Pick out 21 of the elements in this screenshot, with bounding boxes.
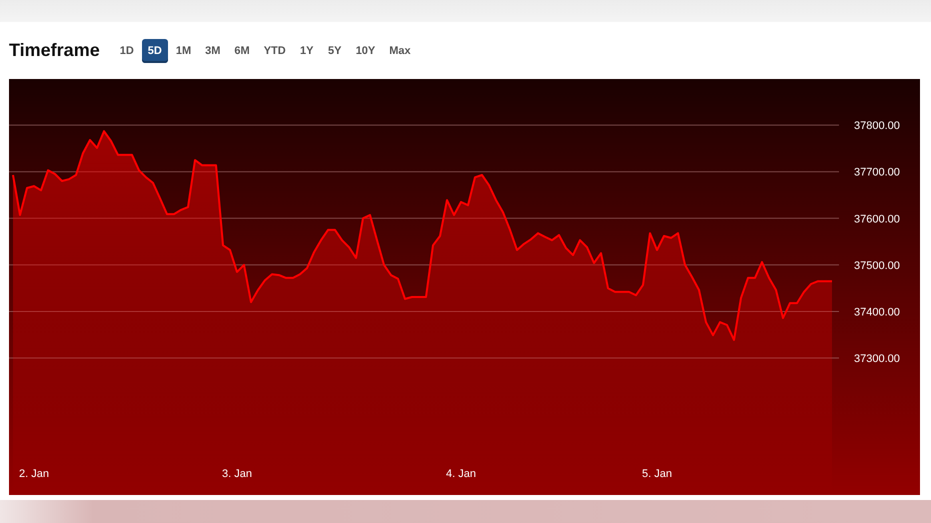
x-axis-label: 4. Jan — [446, 468, 476, 480]
range-tab[interactable]: 10Y — [350, 38, 382, 62]
range-tab[interactable]: 1D — [114, 38, 140, 62]
range-tab[interactable]: Max — [383, 38, 417, 62]
range-tab[interactable]: YTD — [258, 38, 292, 62]
x-axis-label: 5. Jan — [642, 468, 672, 480]
y-axis-label: 37400.00 — [854, 306, 900, 318]
range-tab[interactable]: 5Y — [322, 38, 348, 62]
range-tab[interactable]: 6M — [228, 38, 256, 62]
y-axis-label: 37600.00 — [854, 213, 900, 226]
y-axis-label: 37800.00 — [854, 120, 900, 132]
section-title: Timeframe — [9, 40, 100, 61]
range-tab[interactable]: 1M — [170, 38, 198, 62]
range-tab[interactable]: 3M — [199, 38, 226, 62]
y-axis-label: 37500.00 — [854, 260, 900, 272]
y-axis-label: 37700.00 — [854, 166, 900, 179]
y-axis-label: 37300.00 — [854, 353, 900, 366]
x-axis-label: 3. Jan — [222, 468, 252, 480]
x-axis-label: 2. Jan — [19, 468, 49, 480]
range-tab[interactable]: 5D — [142, 38, 168, 62]
range-tab[interactable]: 1Y — [294, 38, 320, 62]
